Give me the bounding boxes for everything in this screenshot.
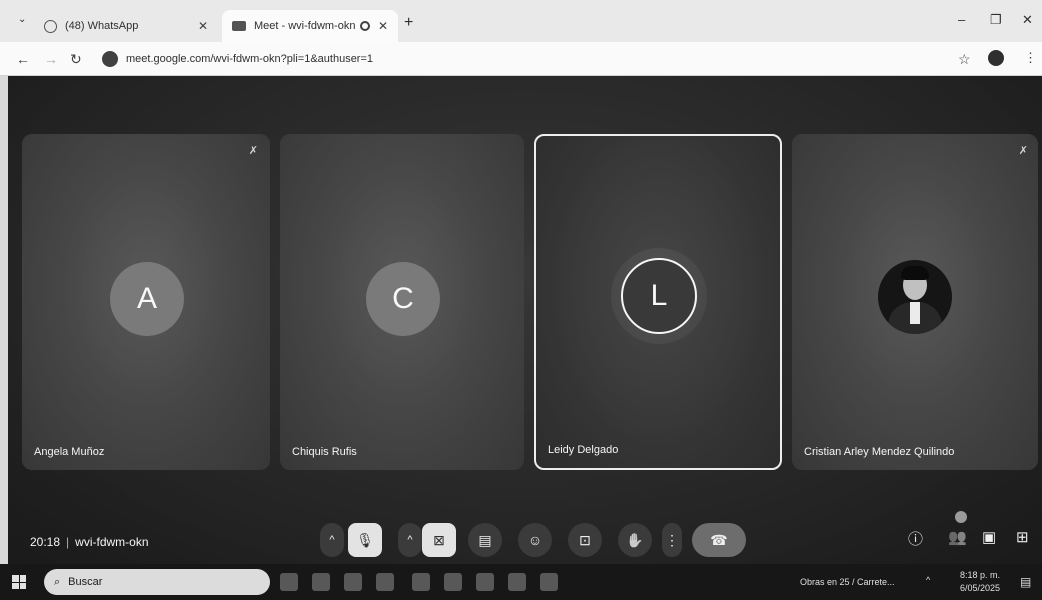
chat-icon[interactable]: ▣ [982, 528, 996, 546]
activities-grid-icon[interactable]: ⊞ [1016, 528, 1029, 546]
photo-shirt [910, 302, 920, 324]
mic-off-icon: 🎙 [356, 531, 374, 548]
camera-button[interactable]: ⊠ [422, 523, 456, 557]
store-icon[interactable] [476, 573, 494, 591]
participants-count-badge [955, 511, 967, 523]
profile-avatar[interactable] [988, 50, 1004, 66]
captions-icon: ▤ [478, 531, 492, 548]
camera-off-icon: ⊠ [433, 531, 445, 548]
taskbar-search-input[interactable]: ⌕ Buscar [44, 569, 270, 595]
raise-hand-button[interactable]: ✋ [618, 523, 652, 557]
chrome-icon[interactable] [412, 573, 430, 591]
audio-options-button[interactable]: ^ [320, 523, 344, 557]
participant-tile[interactable]: ✗ Cristian Arley Mendez Quilindo [792, 134, 1038, 470]
restore-button[interactable]: ❐ [990, 12, 1002, 28]
taskbar-app-icon[interactable] [508, 573, 526, 591]
people-icon[interactable]: 👥 [948, 528, 967, 546]
avatar-initial: C [392, 282, 414, 315]
avatar: L [621, 258, 697, 334]
emoji-icon: ☺ [527, 532, 543, 548]
whatsapp-favicon-icon [44, 19, 57, 33]
taskbar-clock-time[interactable]: 8:18 p. m. [960, 570, 1000, 580]
browser-menu-icon[interactable]: ⋮ [1024, 50, 1037, 66]
avatar: C [366, 262, 440, 336]
meeting-info: 20:18 | wvi-fdwm-okn [30, 535, 149, 549]
video-options-button[interactable]: ^ [398, 523, 422, 557]
file-explorer-icon[interactable] [344, 573, 362, 591]
search-placeholder: Buscar [68, 576, 103, 588]
url-input[interactable]: meet.google.com/wvi-fdwm-okn?pli=1&authu… [92, 47, 952, 71]
task-view-icon[interactable] [280, 573, 298, 591]
taskbar-app-icon[interactable] [376, 573, 394, 591]
notifications-icon[interactable]: ▤ [1020, 575, 1031, 589]
meeting-info-separator: | [66, 535, 70, 549]
url-text: meet.google.com/wvi-fdwm-okn?pli=1&authu… [126, 53, 374, 65]
taskbar-clock-date[interactable]: 6/05/2025 [960, 583, 1000, 593]
participant-name: Leidy Delgado [548, 444, 619, 456]
minimize-button[interactable]: – [958, 12, 965, 27]
meet-stage: ✗ A Angela Muñoz C Chiquis Rufis L Leidy… [8, 76, 1042, 564]
chevron-up-icon: ^ [329, 534, 335, 546]
present-icon: ⊡ [579, 531, 591, 548]
tray-chevron-icon[interactable]: ^ [926, 575, 930, 585]
participant-name: Angela Muñoz [34, 446, 105, 458]
participant-name: Cristian Arley Mendez Quilindo [804, 446, 955, 458]
widgets-icon[interactable] [312, 573, 330, 591]
avatar-initial: L [650, 279, 668, 312]
tab-title: (48) WhatsApp [65, 20, 139, 32]
search-icon: ⌕ [54, 575, 61, 588]
word-icon[interactable] [540, 573, 558, 591]
present-button[interactable]: ⊡ [568, 523, 602, 557]
participant-tile[interactable]: C Chiquis Rufis [280, 134, 524, 470]
weather-widget[interactable]: Obras en 25 / Carrete... [800, 577, 895, 587]
avatar: A [110, 262, 184, 336]
forward-arrow-icon[interactable]: → [44, 51, 58, 67]
mic-off-icon: ✗ [248, 145, 258, 157]
edge-icon[interactable] [444, 573, 462, 591]
participant-tile-active-speaker[interactable]: L Leidy Delgado [534, 134, 782, 470]
reload-icon[interactable]: ↻ [70, 51, 82, 68]
meeting-time: 20:18 [30, 535, 61, 549]
windows-taskbar: ⌕ Buscar Obras en 25 / Carrete... ^ 8:18… [0, 564, 1042, 600]
meeting-details-icon[interactable]: ⓘ [908, 528, 923, 549]
more-options-icon: ⋮ [665, 531, 679, 548]
tab-whatsapp[interactable]: (48) WhatsApp ✕ [34, 10, 218, 42]
tab-meet[interactable]: Meet - wvi-fdwm-okn ✕ [222, 10, 398, 42]
captions-button[interactable]: ▤ [468, 523, 502, 557]
avatar-initial: A [136, 282, 157, 315]
participant-name: Chiquis Rufis [292, 446, 357, 458]
address-bar: ← → ↻ meet.google.com/wvi-fdwm-okn?pli=1… [0, 42, 1042, 76]
meeting-code: wvi-fdwm-okn [75, 535, 149, 549]
raise-hand-icon: ✋ [626, 531, 644, 548]
emoji-button[interactable]: ☺ [518, 523, 552, 557]
end-call-icon: ☎ [710, 531, 728, 548]
end-call-button[interactable]: ☎ [692, 523, 746, 557]
back-arrow-icon[interactable]: ← [16, 51, 30, 67]
more-options-button[interactable]: ⋮ [662, 523, 682, 557]
windows-start-icon[interactable] [12, 575, 26, 589]
tab-title: Meet - wvi-fdwm-okn [254, 20, 356, 32]
mic-off-icon: ✗ [1018, 145, 1028, 157]
chevron-up-icon: ^ [407, 534, 413, 546]
participant-tile[interactable]: ✗ A Angela Muñoz [22, 134, 270, 470]
photo-hair [901, 266, 929, 280]
close-window-button[interactable]: ✕ [1022, 12, 1033, 28]
bookmark-star-icon[interactable]: ☆ [958, 51, 971, 68]
tab-search-icon[interactable]: ⌄ [18, 14, 26, 25]
recording-indicator-icon [359, 21, 370, 31]
site-info-icon[interactable] [102, 51, 118, 67]
new-tab-button[interactable]: + [404, 14, 413, 32]
microphone-button[interactable]: 🎙 [348, 523, 382, 557]
browser-tab-bar: ⌄ (48) WhatsApp ✕ Meet - wvi-fdwm-okn ✕ … [0, 0, 1042, 42]
close-icon[interactable]: ✕ [378, 19, 388, 33]
meet-favicon-icon [232, 21, 246, 31]
avatar-photo [878, 260, 952, 334]
close-icon[interactable]: ✕ [198, 19, 208, 33]
